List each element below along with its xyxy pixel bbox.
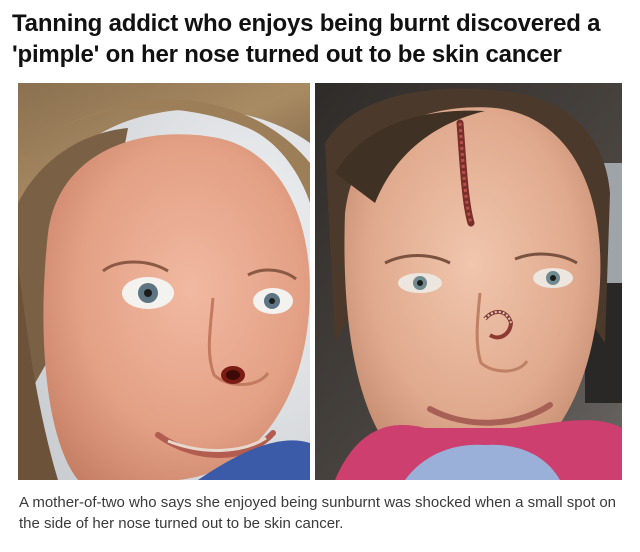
after-photo xyxy=(315,83,622,480)
before-photo-illustration xyxy=(18,83,310,480)
article-headline: Tanning addict who enjoys being burnt di… xyxy=(12,10,601,68)
photo-caption: A mother-of-two who says she enjoyed bei… xyxy=(19,494,616,532)
after-photo-illustration xyxy=(315,83,622,480)
before-photo xyxy=(18,83,310,480)
